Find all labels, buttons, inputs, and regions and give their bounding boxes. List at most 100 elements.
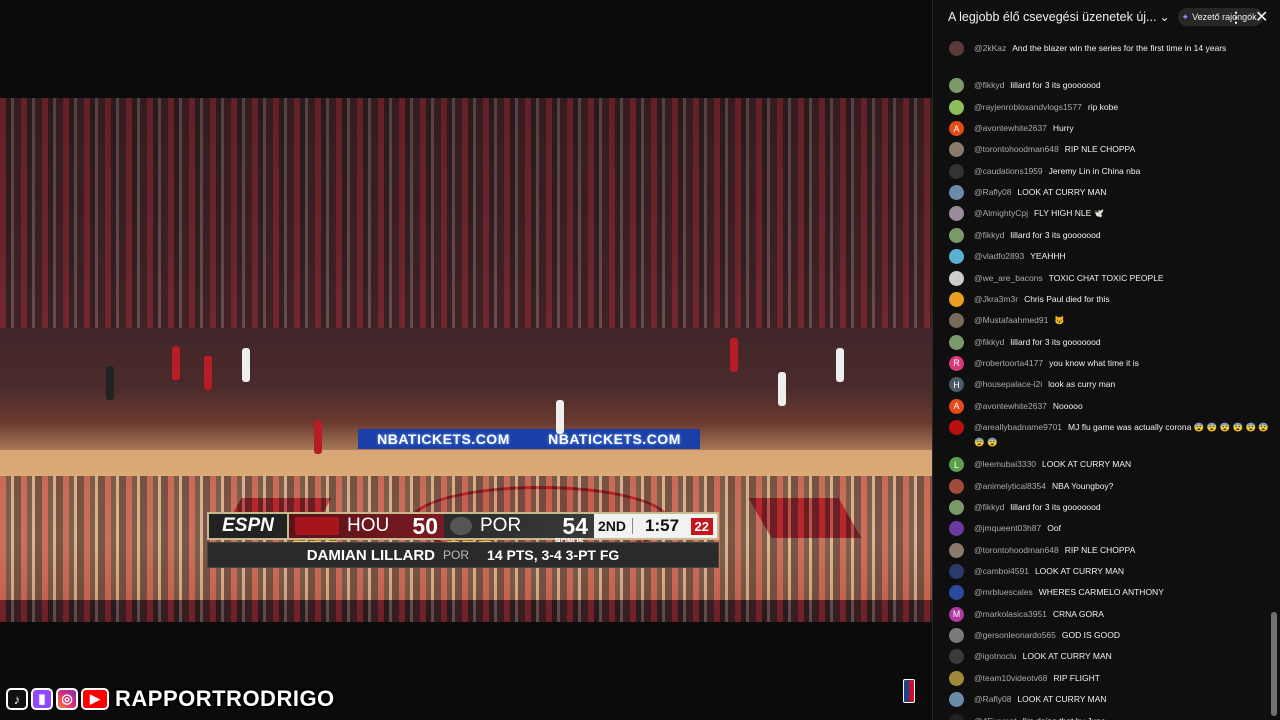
chat-message[interactable]: @AlmightyCpj FLY HIGH NLE 🕊️ — [949, 206, 1271, 222]
chat-message[interactable]: @Mustafaahmed91 😾 — [949, 313, 1271, 329]
avatar[interactable] — [949, 585, 964, 601]
avatar[interactable]: M — [949, 606, 964, 622]
avatar[interactable] — [949, 692, 964, 708]
chat-message[interactable]: @camboi4591 LOOK AT CURRY MAN — [949, 564, 1271, 580]
chat-author[interactable]: @Rafly08 — [974, 187, 1011, 197]
close-icon[interactable]: ✕ — [1255, 7, 1268, 27]
chat-message-list[interactable]: @2kKaz And the blazer win the series for … — [933, 34, 1273, 720]
avatar[interactable]: H — [949, 377, 964, 393]
chat-message[interactable]: @team10videotv68 RIP FLIGHT — [949, 670, 1271, 686]
avatar[interactable] — [949, 628, 964, 644]
chat-message[interactable]: @we_are_bacons TOXIC CHAT TOXIC PEOPLE — [949, 270, 1271, 286]
chat-author[interactable]: @torontohoodman648 — [974, 545, 1059, 555]
chat-author[interactable]: @Jkra3m3r — [974, 294, 1018, 304]
avatar[interactable] — [949, 478, 964, 494]
avatar[interactable] — [949, 99, 964, 115]
video-player[interactable]: NBATICKETS.COM NBATICKETS.COM ESPN HOU 5… — [0, 0, 932, 720]
chat-author[interactable]: @team10videotv68 — [974, 673, 1047, 683]
chat-author[interactable]: @torontohoodman648 — [974, 144, 1059, 154]
chat-author[interactable]: @Rafly08 — [974, 694, 1011, 704]
chat-author[interactable]: @4Everant — [974, 716, 1017, 720]
avatar[interactable] — [949, 649, 964, 665]
chat-message[interactable]: M @markolasica3951 CRNA GORA — [949, 606, 1271, 622]
chat-message[interactable]: @gersonleonardo565 GOD IS GOOD — [949, 628, 1271, 644]
chat-author[interactable]: @we_are_bacons — [974, 273, 1043, 283]
chat-author[interactable]: @mrbluescales — [974, 587, 1033, 597]
avatar[interactable] — [949, 41, 964, 56]
chat-message[interactable]: @areallybadname9701 MJ flu game was actua… — [949, 419, 1271, 450]
chat-author[interactable]: @avontewhite2637 — [974, 123, 1047, 133]
chat-author[interactable]: @fikkyd — [974, 337, 1004, 347]
avatar[interactable] — [949, 227, 964, 243]
chat-author[interactable]: @rayjenrobloxandvlogs1577 — [974, 102, 1082, 112]
chat-message[interactable]: H @housepalace-i2i look as curry man — [949, 377, 1271, 393]
avatar[interactable] — [949, 313, 964, 329]
avatar[interactable] — [949, 78, 964, 94]
chat-author[interactable]: @camboi4591 — [974, 566, 1029, 576]
chat-mode-selector[interactable]: A legjobb élő csevegési üzenetek új... — [948, 10, 1156, 24]
more-options-icon[interactable]: ⋮ — [1229, 9, 1243, 26]
chat-author[interactable]: @gersonleonardo565 — [974, 630, 1056, 640]
chat-message[interactable]: @vladfo2893 YEAHHH — [949, 249, 1271, 265]
avatar[interactable] — [949, 270, 964, 286]
chat-message[interactable]: @Jkra3m3r Chris Paul died for this — [949, 291, 1271, 307]
avatar[interactable] — [949, 291, 964, 307]
avatar[interactable]: A — [949, 398, 964, 414]
chat-message[interactable]: R @robertoorta4177 you know what time it i… — [949, 355, 1271, 371]
avatar[interactable]: A — [949, 121, 964, 137]
chat-message[interactable]: A @avontewhite2637 Nooooo — [949, 398, 1271, 414]
chat-author[interactable]: @2kKaz — [974, 43, 1006, 53]
avatar[interactable] — [949, 163, 964, 179]
chat-author[interactable]: @areallybadname9701 — [974, 422, 1062, 432]
avatar[interactable] — [949, 249, 964, 265]
avatar[interactable] — [949, 334, 964, 350]
chat-author[interactable]: @jmqueent03h87 — [974, 523, 1041, 533]
chat-author[interactable]: @fikkyd — [974, 230, 1004, 240]
chat-author[interactable]: @fikkyd — [974, 502, 1004, 512]
chat-message[interactable]: @torontohoodman648 RIP NLE CHOPPA — [949, 142, 1271, 158]
chat-author[interactable]: @housepalace-i2i — [974, 379, 1042, 389]
avatar[interactable] — [949, 500, 964, 515]
avatar[interactable] — [949, 564, 964, 580]
chat-author[interactable]: @caudations1959 — [974, 166, 1043, 176]
avatar[interactable] — [949, 521, 964, 537]
chat-author[interactable]: @animelytical8354 — [974, 481, 1046, 491]
avatar[interactable] — [949, 142, 964, 158]
avatar[interactable]: L — [949, 457, 964, 473]
chat-author[interactable]: @AlmightyCpj — [974, 208, 1028, 218]
chat-message[interactable]: @jmqueent03h87 Oof — [949, 521, 1271, 537]
avatar[interactable] — [949, 206, 964, 222]
chat-message[interactable]: @fikkyd lillard for 3 its gooooood — [949, 78, 1271, 94]
avatar[interactable] — [949, 542, 964, 558]
chat-message[interactable]: @animelytical8354 NBA Youngboy? — [949, 478, 1271, 494]
chat-message[interactable]: @4Everant I'm doing that by June — [949, 713, 1271, 720]
chevron-down-icon[interactable]: ⌄ — [1159, 10, 1169, 24]
chat-message[interactable]: @mrbluescales WHERES CARMELO ANTHONY — [949, 585, 1271, 601]
avatar[interactable] — [949, 185, 964, 201]
chat-scrollbar[interactable] — [1271, 612, 1277, 716]
chat-message[interactable]: @fikkyd lillard for 3 its gooooood — [949, 334, 1271, 350]
chat-author[interactable]: @fikkyd — [974, 80, 1004, 90]
avatar[interactable]: R — [949, 355, 964, 371]
chat-message[interactable]: @torontohoodman648 RIP NLE CHOPPA — [949, 542, 1271, 558]
chat-message[interactable]: @caudations1959 Jeremy Lin in China nba — [949, 163, 1271, 179]
chat-author[interactable]: @leemubai3330 — [974, 459, 1036, 469]
chat-author[interactable]: @vladfo2893 — [974, 251, 1024, 261]
top-fans-chip[interactable]: ✦ Vezető rajongók — [1177, 8, 1263, 26]
chat-message[interactable]: @Rafly08 LOOK AT CURRY MAN — [949, 692, 1271, 708]
chat-message[interactable]: @igotnoclu LOOK AT CURRY MAN — [949, 649, 1271, 665]
chat-author[interactable]: @avontewhite2637 — [974, 401, 1047, 411]
avatar[interactable] — [949, 670, 964, 686]
chat-message[interactable]: A @avontewhite2637 Hurry — [949, 121, 1271, 137]
chat-message[interactable]: @rayjenrobloxandvlogs1577 rip kobe — [949, 99, 1271, 115]
chat-message[interactable]: @Rafly08 LOOK AT CURRY MAN — [949, 185, 1271, 201]
chat-author[interactable]: @markolasica3951 — [974, 609, 1047, 619]
chat-author[interactable]: @robertoorta4177 — [974, 358, 1043, 368]
chat-author[interactable]: @igotnoclu — [974, 651, 1017, 661]
chat-message[interactable]: @fikkyd lillard for 3 its gooooood — [949, 227, 1271, 243]
avatar[interactable] — [949, 419, 964, 435]
chat-message[interactable]: L @leemubai3330 LOOK AT CURRY MAN — [949, 457, 1271, 473]
avatar[interactable] — [949, 713, 964, 720]
chat-message[interactable]: @fikkyd lillard for 3 its gooooood — [949, 500, 1271, 515]
chat-message[interactable]: @2kKaz And the blazer win the series for … — [949, 41, 1271, 56]
